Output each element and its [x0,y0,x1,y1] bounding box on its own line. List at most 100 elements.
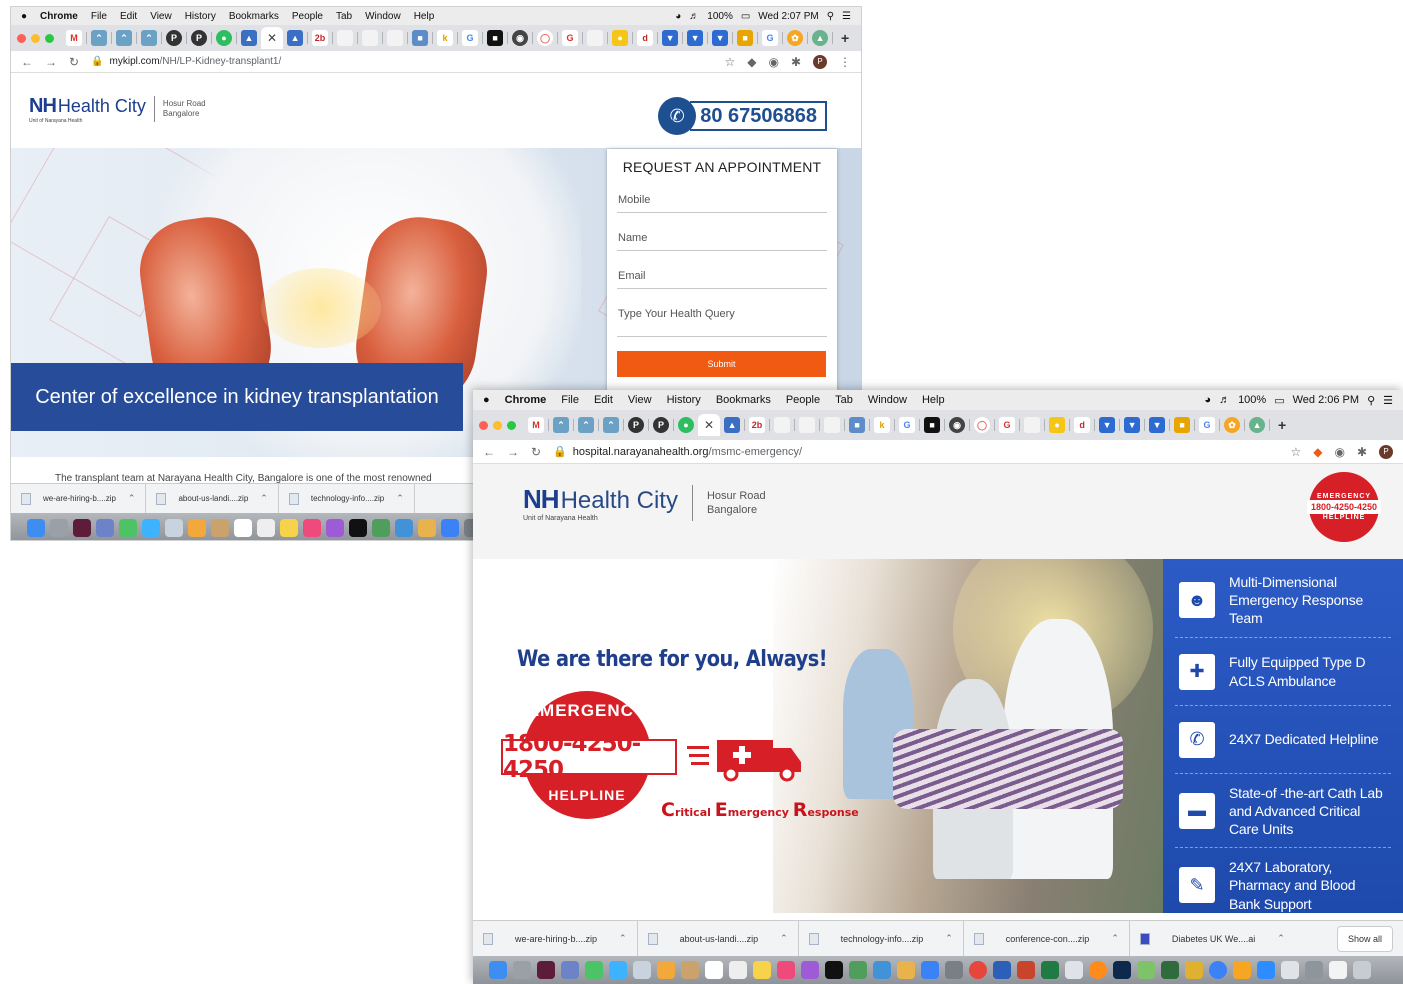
health-city-logo[interactable]: NH Health City Unit of Narayana Health Ho… [523,484,766,522]
tab-icon[interactable]: ▼ [712,30,729,46]
music-icon[interactable] [777,961,795,979]
notes-icon[interactable] [681,961,699,979]
extension-icon[interactable]: ◆ [1313,445,1322,459]
tab-icon[interactable] [824,417,841,433]
tab-icon[interactable]: ◯ [537,30,554,46]
reload-icon[interactable]: ↻ [69,55,79,69]
numbers-icon[interactable] [849,961,867,979]
download-item[interactable]: technology-info....zip ⌃ [799,921,964,956]
preview-icon[interactable] [96,518,114,537]
keynote-icon[interactable] [873,961,891,979]
wifi-icon[interactable]: ◕ [1204,394,1211,406]
tab-icon[interactable]: ● [678,417,694,433]
health-city-logo[interactable]: NH Health City Unit of Narayana Health Ho… [29,95,206,124]
email-input[interactable]: Email [617,265,827,289]
tab-icon[interactable]: 2b [749,417,766,433]
tab-icon[interactable]: P [628,417,644,433]
tab-icon[interactable]: ▼ [687,30,704,46]
gmail-tab-icon[interactable]: M [66,30,82,46]
forward-icon[interactable]: → [45,55,57,69]
download-item[interactable]: we-are-hiring-b....zip ⌃ [473,921,638,956]
control-center-icon[interactable]: ☰ [842,11,851,22]
health-query-textarea[interactable]: Type Your Health Query [617,303,827,337]
submit-button[interactable]: Submit [617,351,826,377]
menu-file[interactable]: File [561,394,579,406]
app-icon[interactable] [1281,961,1299,979]
apple-menu-icon[interactable]: ● [483,394,490,406]
app-store-icon[interactable] [441,518,459,537]
chevron-up-icon[interactable]: ⌃ [260,493,268,504]
control-center-icon[interactable]: ☰ [1383,394,1393,407]
tab-icon[interactable]: ■ [1174,417,1191,433]
tab-icon[interactable]: ■ [737,30,754,46]
chevron-up-icon[interactable]: ⌃ [619,933,627,944]
minimize-window-icon[interactable] [493,420,502,430]
puzzle-icon[interactable]: ✱ [1357,445,1367,459]
google-tab-icon[interactable]: G [562,30,579,46]
puzzle-icon[interactable]: ✱ [791,55,801,69]
profile-avatar[interactable]: P [1379,444,1393,459]
tab-icon[interactable]: k [874,417,891,433]
chrome-icon[interactable] [969,961,987,979]
photo-icon[interactable] [165,518,183,537]
menu-file[interactable]: File [91,11,107,22]
tab-icon[interactable]: ▲ [287,30,304,46]
tab-icon[interactable]: ● [612,30,629,46]
active-tab-close-icon[interactable]: ✕ [698,414,721,436]
messages-icon[interactable] [609,961,627,979]
phone-badge[interactable]: ✆ 80 67506868 [658,97,827,135]
launchpad-icon[interactable] [513,961,531,979]
photos-icon[interactable] [188,518,206,537]
clock[interactable]: Wed 2:06 PM [1293,394,1359,406]
facetime-icon[interactable] [119,518,137,537]
photoshop-icon[interactable] [1113,961,1131,979]
menu-window[interactable]: Window [868,394,907,406]
more-menu-icon[interactable]: ⋮ [839,55,851,69]
photo-icon[interactable] [633,961,651,979]
google-tab-icon[interactable]: G [1199,417,1216,433]
tab-icon[interactable]: P [191,30,207,46]
tab-icon[interactable]: ▼ [1099,417,1116,433]
excel-icon[interactable] [1041,961,1059,979]
trash-icon[interactable] [1353,961,1371,979]
download-item[interactable]: we-are-hiring-b....zip ⌃ [11,484,147,513]
app-menu[interactable]: Chrome [505,394,547,406]
stickies-icon[interactable] [280,518,298,537]
google-tab-icon[interactable]: G [899,417,916,433]
podcasts-icon[interactable] [326,518,344,537]
tab-icon[interactable]: ▲ [812,30,829,46]
battery-level[interactable]: 100% [707,11,733,22]
tab-icon[interactable]: ■ [487,30,504,46]
gmail-tab-icon[interactable]: M [528,417,544,433]
menu-history[interactable]: History [185,11,216,22]
back-icon[interactable]: ← [21,55,33,69]
tab-icon[interactable]: ⌃ [116,30,132,46]
back-icon[interactable]: ← [483,445,495,459]
chevron-up-icon[interactable]: ⌃ [780,933,788,944]
wifi-icon[interactable]: ◕ [675,11,681,22]
zoom-icon[interactable] [1257,961,1275,979]
numbers-icon[interactable] [372,518,390,537]
podcasts-icon[interactable] [801,961,819,979]
tab-icon[interactable]: ● [216,30,232,46]
tab-icon[interactable]: ◉ [512,30,529,46]
google-tab-icon[interactable]: G [762,30,779,46]
tab-icon[interactable]: ▼ [662,30,679,46]
messages-icon[interactable] [142,518,160,537]
download-item[interactable]: about-us-landi....zip ⌃ [146,484,279,513]
maximize-window-icon[interactable] [507,420,516,430]
google-tab-icon[interactable]: G [462,30,479,46]
tv-icon[interactable] [349,518,367,537]
tab-icon[interactable]: ⌃ [553,417,569,433]
powerpoint-icon[interactable] [1017,961,1035,979]
menu-view[interactable]: View [628,394,652,406]
show-all-downloads-button[interactable]: Show all [1336,925,1393,952]
tab-icon[interactable]: ■ [924,417,941,433]
menu-window[interactable]: Window [365,11,401,22]
close-window-icon[interactable] [479,420,488,430]
preview-icon[interactable] [561,961,579,979]
reminders-icon[interactable] [257,518,275,537]
tab-icon[interactable]: d [1074,417,1091,433]
chevron-up-icon[interactable]: ⌃ [945,933,953,944]
tab-icon[interactable]: ⌃ [603,417,619,433]
